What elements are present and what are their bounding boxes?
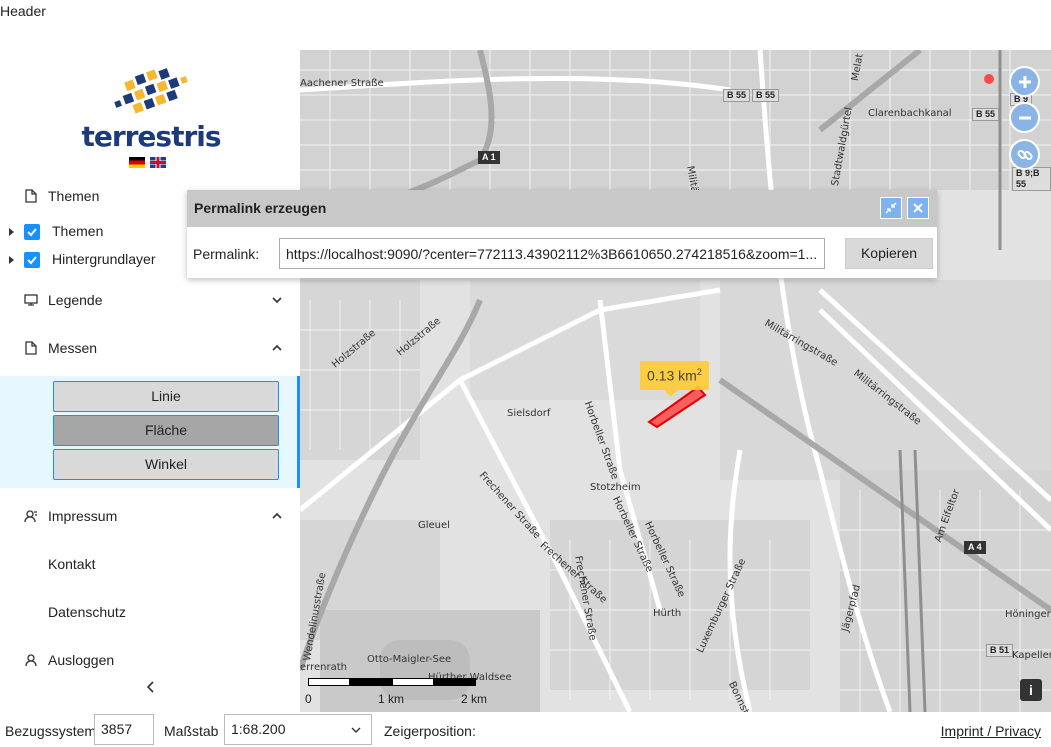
chevron-up-icon <box>272 344 282 351</box>
tree-label: Hintergrundlayer <box>52 251 156 267</box>
map-label: Otto-Maigler-See <box>367 654 452 665</box>
permalink-dialog: Permalink erzeugen Permalink: Kopieren <box>187 190 937 278</box>
chevron-up-icon <box>272 512 282 519</box>
map-label: errenrath <box>300 662 347 673</box>
english-flag-icon[interactable] <box>150 157 166 168</box>
user-icon <box>23 652 39 668</box>
header-label: Header <box>0 3 46 19</box>
german-flag-icon[interactable] <box>129 157 145 168</box>
language-switcher <box>129 157 166 168</box>
nav-label-kontakt: Kontakt <box>48 556 96 572</box>
caret-right-icon[interactable] <box>9 228 14 236</box>
nav-item-datenschutz[interactable]: Datenschutz <box>0 592 300 632</box>
nav-label-legende: Legende <box>48 292 103 308</box>
nav-item-impressum[interactable]: Impressum <box>0 496 300 536</box>
nav-item-messen[interactable]: Messen <box>0 328 300 368</box>
zoom-in-button[interactable] <box>1009 66 1040 97</box>
map-label: Hürth <box>653 608 682 619</box>
road-badge: B 55 <box>752 89 780 102</box>
measure-tooltip: 0.13 km2 <box>640 361 709 397</box>
scale-segment <box>434 678 476 686</box>
nav-item-legende[interactable]: Legende <box>0 280 300 320</box>
map[interactable]: Aachener Straße Clarenbachkanal Militärr… <box>300 50 1051 712</box>
map-label: Clarenbachkanal <box>868 108 952 119</box>
road-badge: B 55 <box>972 108 1000 121</box>
desktop-icon <box>23 292 39 308</box>
measure-value: 0.13 km <box>647 367 697 384</box>
map-label: Aachener Straße <box>300 78 384 89</box>
road-badge: B 55 <box>723 89 751 102</box>
terrestris-logo: terrestris <box>78 62 224 154</box>
permalink-label: Permalink: <box>193 246 260 262</box>
scale-select-value: 1:68.200 <box>231 721 286 737</box>
user-contact-icon <box>23 508 39 524</box>
nav-item-ausloggen[interactable]: Ausloggen <box>0 640 300 680</box>
road-badge: B 9;B 55 <box>1012 167 1051 191</box>
pointer-position-label: Zeigerposition: <box>384 723 476 739</box>
caret-right-icon[interactable] <box>9 256 14 264</box>
epsg-input[interactable]: 3857 <box>94 714 154 745</box>
road-badge: A 4 <box>964 541 986 554</box>
sidebar: terrestris Themen Themen Hintergrundlaye… <box>0 50 300 712</box>
copy-button[interactable]: Kopieren <box>845 238 933 269</box>
measure-area-button[interactable]: Fläche <box>53 415 279 446</box>
map-label: Sielsdorf <box>507 408 551 419</box>
close-icon <box>913 203 923 213</box>
file-icon <box>23 188 39 204</box>
collapse-sidebar-icon[interactable] <box>144 680 158 694</box>
scale-select[interactable]: 1:68.200 <box>224 714 372 745</box>
measure-unit-exponent: 2 <box>696 367 702 377</box>
scale-tick: 0 <box>305 692 312 706</box>
link-icon <box>1016 149 1033 160</box>
minimize-button[interactable] <box>880 197 902 219</box>
imprint-privacy-link[interactable]: Imprint / Privacy <box>941 723 1041 739</box>
map-label: Gleuel <box>418 520 450 531</box>
measure-panel: Linie Fläche Winkel <box>0 376 300 488</box>
plus-icon <box>1018 75 1031 88</box>
tree-label: Themen <box>52 223 104 239</box>
chevron-down-icon <box>272 297 282 304</box>
measure-line-button[interactable]: Linie <box>53 381 279 412</box>
close-button[interactable] <box>907 197 929 219</box>
scale-segment <box>392 678 434 686</box>
scale-segment <box>308 678 350 686</box>
map-label: Kapeller <box>1012 650 1051 661</box>
road-badge: A 1 <box>478 151 500 164</box>
scale-tick: 2 km <box>461 692 488 706</box>
checkbox-themen[interactable] <box>24 224 40 240</box>
chevron-down-icon <box>351 727 361 733</box>
attribution-info-button[interactable]: i <box>1020 679 1042 701</box>
permalink-input[interactable] <box>279 238 825 269</box>
nav-label-ausloggen: Ausloggen <box>48 652 115 668</box>
measure-angle-button[interactable]: Winkel <box>53 449 279 480</box>
footer: Bezugssystem 3857 Maßstab 1:68.200 Zeige… <box>0 712 1051 747</box>
globe-logo-icon <box>114 66 188 118</box>
logo-text: terrestris <box>81 120 221 153</box>
nav-label-datenschutz: Datenschutz <box>48 604 126 620</box>
scale-tick: 1 km <box>378 692 405 706</box>
file-icon <box>23 340 39 356</box>
dialog-title: Permalink erzeugen <box>194 200 327 216</box>
map-label: Höningen <box>1005 609 1051 620</box>
nav-item-kontakt[interactable]: Kontakt <box>0 544 300 584</box>
bezugssystem-label: Bezugssystem <box>5 723 97 739</box>
nav-label-impressum: Impressum <box>48 508 118 524</box>
road-badge: B 51 <box>986 644 1014 657</box>
dialog-header[interactable]: Permalink erzeugen <box>187 190 937 227</box>
compress-icon <box>885 202 897 214</box>
zoom-out-button[interactable] <box>1009 102 1040 133</box>
minus-icon <box>1018 116 1031 119</box>
checkbox-hintergrundlayer[interactable] <box>24 252 40 268</box>
nav-label-messen: Messen <box>48 340 98 356</box>
scale-segment <box>350 678 392 686</box>
map-label: Stotzheim <box>590 482 641 493</box>
nav-label-themen: Themen <box>48 188 100 204</box>
permalink-button[interactable] <box>1009 139 1040 170</box>
massstab-label: Maßstab <box>164 723 219 739</box>
